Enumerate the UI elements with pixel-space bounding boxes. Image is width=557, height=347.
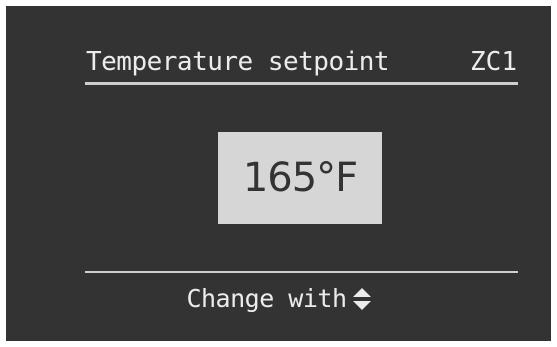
header: Temperature setpoint ZC1 bbox=[86, 44, 517, 80]
change-hint-label: Change with bbox=[186, 284, 347, 313]
page-title: Temperature setpoint bbox=[86, 47, 390, 77]
setpoint-value: 165°F bbox=[242, 155, 358, 201]
header-divider bbox=[85, 82, 518, 85]
setpoint-value-field[interactable]: 165°F bbox=[218, 132, 382, 224]
up-down-arrows-icon bbox=[352, 288, 371, 310]
footer-hint: Change with bbox=[6, 281, 551, 317]
footer-divider bbox=[85, 271, 518, 273]
thermostat-screen: Temperature setpoint ZC1 165°F Change wi… bbox=[6, 6, 551, 341]
zone-label: ZC1 bbox=[470, 47, 517, 77]
